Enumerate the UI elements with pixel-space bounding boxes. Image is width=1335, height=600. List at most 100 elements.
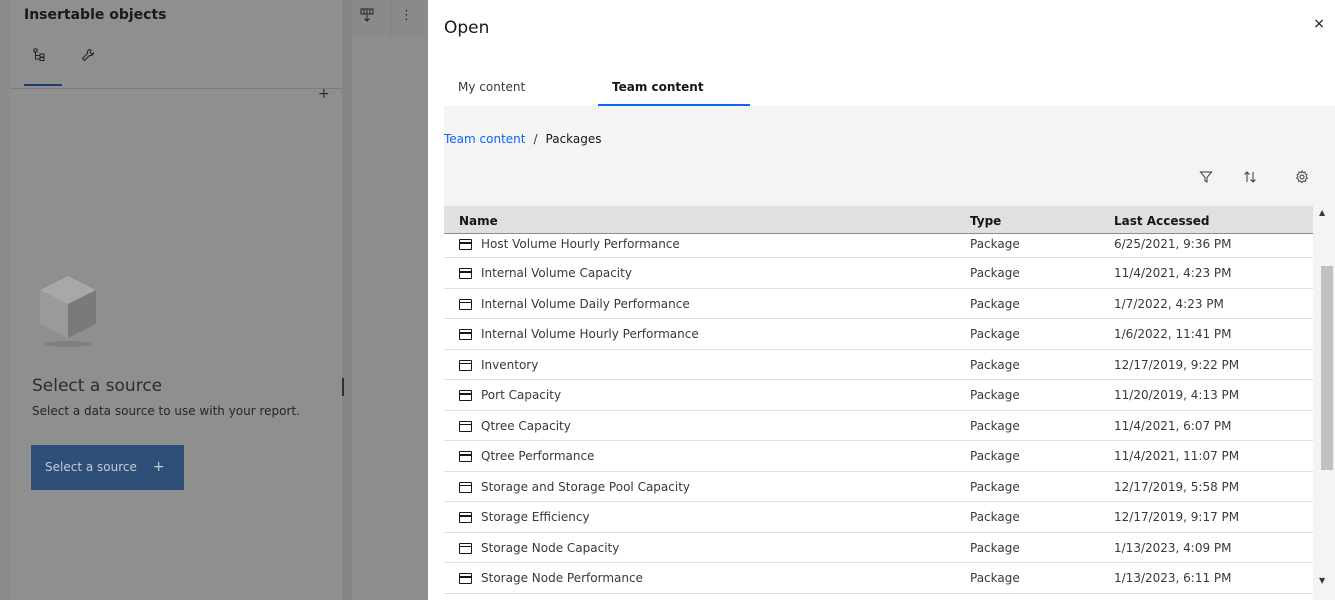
cell-name: Storage Node Capacity: [481, 540, 620, 555]
package-icon: [459, 573, 472, 584]
table-row[interactable]: Qtree Capacity Package 11/4/2021, 6:07 PM: [444, 410, 1313, 441]
panel-splitter[interactable]: [342, 0, 352, 600]
cell-type: Package: [970, 510, 1020, 524]
insertable-objects-panel: Insertable objects + Select a source Sel…: [0, 0, 342, 600]
overflow-menu-icon[interactable]: ⋮: [400, 8, 413, 23]
cell-name: Qtree Capacity: [481, 418, 571, 433]
cell-last-accessed: 11/20/2019, 4:13 PM: [1114, 388, 1240, 402]
tab-team-content[interactable]: Team content: [612, 80, 704, 94]
scroll-up-icon[interactable]: ▲: [1319, 208, 1325, 217]
cell-last-accessed: 1/6/2022, 11:41 PM: [1114, 327, 1232, 341]
package-icon: [459, 542, 472, 554]
scrollbar[interactable]: ▲ ▼: [1313, 206, 1335, 600]
column-header-last-accessed[interactable]: Last Accessed: [1114, 214, 1209, 228]
empty-state-subtitle: Select a data source to use with your re…: [32, 404, 300, 418]
cell-last-accessed: 1/13/2023, 4:09 PM: [1114, 540, 1232, 555]
canvas-toolbar: ⋮: [352, 0, 428, 36]
breadcrumb-team-content[interactable]: Team content: [444, 132, 525, 146]
content-tabs: My content Team content: [444, 74, 764, 106]
table-body: Host Volume Hourly Performance Package 6/2…: [444, 234, 1313, 594]
cell-last-accessed: 6/25/2021, 9:36 PM: [1114, 237, 1232, 251]
cell-name: Internal Volume Hourly Performance: [481, 327, 699, 341]
cell-last-accessed: 11/4/2021, 11:07 PM: [1114, 449, 1240, 463]
cell-type: Package: [970, 449, 1020, 463]
table-row[interactable]: Inventory Package 12/17/2019, 9:22 PM: [444, 349, 1313, 380]
cell-type: Package: [970, 479, 1020, 494]
dialog-title: Open: [444, 18, 490, 38]
cell-name: Storage and Storage Pool Capacity: [481, 479, 691, 494]
scrollbar-thumb[interactable]: [1321, 266, 1333, 470]
settings-icon[interactable]: [1295, 170, 1309, 188]
table-row[interactable]: Qtree Performance Package 11/4/2021, 11:07…: [444, 441, 1313, 472]
cell-name: Host Volume Hourly Performance: [481, 237, 680, 251]
source-tree-icon[interactable]: [24, 48, 56, 68]
cell-type: Package: [970, 357, 1020, 372]
cell-type: Package: [970, 296, 1020, 311]
insert-table-icon[interactable]: [360, 8, 374, 25]
empty-state-title: Select a source: [32, 376, 163, 396]
panel-tabs: [24, 40, 338, 88]
cell-type: Package: [970, 388, 1020, 402]
column-header-type[interactable]: Type: [970, 214, 1001, 228]
table-row[interactable]: Internal Volume Capacity Package 11/4/2021…: [444, 258, 1313, 289]
wrench-icon[interactable]: [72, 48, 104, 68]
table-row[interactable]: Internal Volume Daily Performance Package…: [444, 288, 1313, 319]
package-icon: [459, 481, 472, 493]
table-row[interactable]: Port Capacity Package 11/20/2019, 4:13 PM: [444, 380, 1313, 411]
package-icon: [459, 298, 472, 310]
list-tools: [1185, 170, 1335, 194]
cell-type: Package: [970, 327, 1020, 341]
package-icon: [459, 268, 472, 279]
column-header-name[interactable]: Name: [459, 214, 498, 228]
table-row[interactable]: Storage Node Capacity Package 1/13/2023, 4…: [444, 532, 1313, 563]
table-header: Name Type Last Accessed: [444, 206, 1313, 234]
table-row[interactable]: Storage and Storage Pool Capacity Package…: [444, 471, 1313, 502]
sort-icon[interactable]: [1243, 170, 1257, 188]
breadcrumb-current: Packages: [545, 132, 602, 146]
close-icon[interactable]: ×: [1313, 16, 1325, 32]
cell-name: Storage Efficiency: [481, 510, 590, 524]
table-row[interactable]: Internal Volume Hourly Performance Packag…: [444, 319, 1313, 350]
table-row[interactable]: Host Volume Hourly Performance Package 6/2…: [444, 234, 1313, 258]
cell-type: Package: [970, 266, 1020, 280]
breadcrumb-separator: /: [533, 132, 538, 146]
package-icon: [459, 420, 472, 432]
divider: [10, 88, 342, 89]
cell-name: Internal Volume Daily Performance: [481, 296, 690, 311]
cell-last-accessed: 12/17/2019, 5:58 PM: [1114, 479, 1240, 494]
cell-type: Package: [970, 571, 1020, 585]
plus-icon: +: [152, 459, 165, 475]
cell-name: Internal Volume Capacity: [481, 266, 632, 280]
cell-last-accessed: 1/13/2023, 6:11 PM: [1114, 571, 1232, 585]
select-source-button-label: Select a source: [45, 460, 137, 474]
table-row[interactable]: Storage Efficiency Package 12/17/2019, 9:1…: [444, 502, 1313, 533]
cell-last-accessed: 1/7/2022, 4:23 PM: [1114, 296, 1224, 311]
cell-last-accessed: 12/17/2019, 9:17 PM: [1114, 510, 1240, 524]
breadcrumb: Team content / Packages: [444, 132, 602, 146]
empty-state-cube-icon: [36, 268, 100, 348]
cell-type: Package: [970, 237, 1020, 251]
cell-name: Qtree Performance: [481, 449, 595, 463]
team-content-view: Team content / Packages Name Type Last Acc…: [444, 106, 1335, 600]
package-icon: [459, 239, 472, 250]
package-icon: [459, 390, 472, 401]
package-icon: [459, 451, 472, 462]
toolbar-separator: [390, 0, 391, 36]
scroll-down-icon[interactable]: ▼: [1319, 576, 1325, 585]
package-icon: [459, 329, 472, 340]
resize-handle[interactable]: [342, 378, 344, 396]
table-row[interactable]: Storage Node Performance Package 1/13/2023…: [444, 563, 1313, 594]
cell-type: Package: [970, 418, 1020, 433]
cell-name: Port Capacity: [481, 388, 562, 402]
package-icon: [459, 359, 472, 371]
tab-my-content[interactable]: My content: [458, 80, 525, 94]
cell-last-accessed: 11/4/2021, 4:23 PM: [1114, 266, 1232, 280]
select-source-button[interactable]: Select a source +: [31, 445, 184, 490]
cell-last-accessed: 11/4/2021, 6:07 PM: [1114, 418, 1232, 433]
cell-name: Inventory: [481, 357, 539, 372]
add-icon[interactable]: +: [318, 86, 330, 102]
package-icon: [459, 512, 472, 523]
packages-table: Name Type Last Accessed Host Volume Hour…: [444, 206, 1335, 600]
open-dialog: Open × My content Team content Team cont…: [428, 0, 1335, 600]
filter-icon[interactable]: [1199, 170, 1213, 188]
